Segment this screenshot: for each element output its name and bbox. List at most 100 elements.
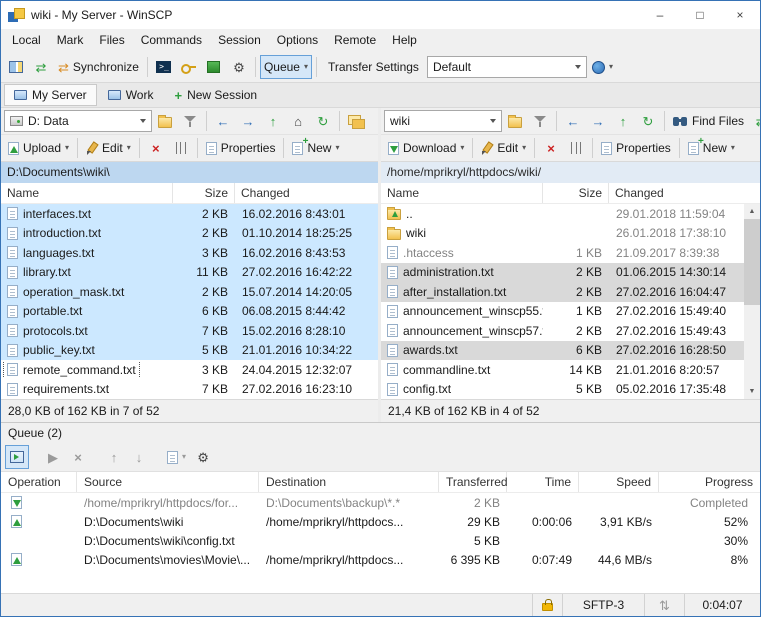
menu-options[interactable]: Options <box>269 29 326 52</box>
tab-new-session[interactable]: +New Session <box>164 84 267 106</box>
column-header-name[interactable]: Name <box>381 183 543 203</box>
tab-work[interactable]: Work <box>98 84 164 106</box>
minimize-button[interactable]: – <box>640 1 680 29</box>
file-row[interactable]: operation_mask.txt2 KB15.07.2014 14:20:0… <box>1 282 378 302</box>
queue-toggle-button[interactable]: Queue▾ <box>260 55 312 79</box>
scroll-up-button[interactable]: ▲ <box>744 204 760 219</box>
edit-button[interactable]: Edit▾ <box>477 136 530 160</box>
delete-button[interactable]: × <box>144 136 168 160</box>
refresh-button[interactable]: ↻ <box>311 109 335 133</box>
queue-delete-button[interactable]: × <box>66 445 90 469</box>
queue-column-speed[interactable]: Speed <box>579 472 659 492</box>
find-files-button[interactable]: Find Files <box>669 109 748 133</box>
upload-button[interactable]: Upload▾ <box>4 136 73 160</box>
queue-row[interactable]: /home/mprikryl/httpdocs/for...D:\Documen… <box>1 493 760 512</box>
open-putty-button[interactable] <box>177 55 201 79</box>
file-row[interactable]: ..29.01.2018 11:59:04 <box>381 204 744 224</box>
column-header-size[interactable]: Size <box>543 183 609 203</box>
queue-column-time[interactable]: Time <box>507 472 579 492</box>
parent-directory-button[interactable]: ↑ <box>261 109 285 133</box>
edit-button[interactable]: Edit▾ <box>82 136 135 160</box>
queue-column-progress[interactable]: Progress <box>659 472 760 492</box>
file-row[interactable]: portable.txt6 KB06.08.2015 8:44:42 <box>1 302 378 322</box>
file-row[interactable]: public_key.txt5 KB21.01.2016 10:34:22 <box>1 341 378 361</box>
open-terminal-button[interactable]: >_ <box>152 55 176 79</box>
file-row[interactable]: protocols.txt7 KB15.02.2016 8:28:10 <box>1 321 378 341</box>
vertical-scrollbar[interactable]: ▲ ▼ <box>744 204 760 399</box>
file-row[interactable]: requirements.txt7 KB27.02.2016 16:23:10 <box>1 380 378 400</box>
menu-mark[interactable]: Mark <box>49 29 92 52</box>
new-button[interactable]: +New▾ <box>288 136 343 160</box>
file-row[interactable]: after_installation.txt2 KB27.02.2016 16:… <box>381 282 744 302</box>
queue-column-operation[interactable]: Operation <box>1 472 77 492</box>
download-button[interactable]: Download▾ <box>384 136 468 160</box>
remote-directory-combo[interactable]: wiki <box>384 110 502 132</box>
filter-button[interactable] <box>528 109 552 133</box>
back-button[interactable]: ← <box>211 109 235 133</box>
properties-button[interactable]: Properties <box>597 136 675 160</box>
file-row[interactable]: announcement_winscp55.txt1 KB27.02.2016 … <box>381 302 744 322</box>
back-button[interactable]: ← <box>561 109 585 133</box>
file-row[interactable]: remote_command.txt3 KB24.04.2015 12:32:0… <box>1 360 378 380</box>
refresh-button[interactable]: ↻ <box>636 109 660 133</box>
queue-row[interactable]: D:\Documents\wiki/home/mprikryl/httpdocs… <box>1 512 760 531</box>
tab-my-server[interactable]: My Server <box>4 84 97 106</box>
file-row[interactable]: wiki26.01.2018 17:38:10 <box>381 224 744 244</box>
file-row[interactable]: introduction.txt2 KB01.10.2014 18:25:25 <box>1 224 378 244</box>
transfer-options-button[interactable]: ▾ <box>588 55 617 79</box>
new-button[interactable]: +New▾ <box>684 136 739 160</box>
file-row[interactable]: config.txt5 KB05.02.2016 17:35:48 <box>381 380 744 400</box>
file-row[interactable]: .htaccess1 KB21.09.2017 8:39:38 <box>381 243 744 263</box>
protocol-status[interactable]: SFTP-3 <box>562 594 644 616</box>
queue-row[interactable]: D:\Documents\movies\Movie\.../home/mprik… <box>1 550 760 569</box>
forward-button[interactable]: → <box>586 109 610 133</box>
file-row[interactable]: languages.txt3 KB16.02.2016 8:43:53 <box>1 243 378 263</box>
file-row[interactable]: announcement_winscp57.txt2 KB27.02.2016 … <box>381 321 744 341</box>
close-button[interactable]: × <box>720 1 760 29</box>
open-directory-button[interactable] <box>153 109 177 133</box>
column-header-changed[interactable]: Changed <box>609 183 760 203</box>
queue-column-destination[interactable]: Destination <box>259 472 439 492</box>
queue-move-down-button[interactable]: ↓ <box>127 445 151 469</box>
queue-process-button[interactable]: ▾ <box>163 445 190 469</box>
file-row[interactable]: awards.txt6 KB27.02.2016 16:28:50 <box>381 341 744 361</box>
queue-move-up-button[interactable]: ↑ <box>102 445 126 469</box>
open-directory-button[interactable] <box>503 109 527 133</box>
file-row[interactable]: administration.txt2 KB01.06.2015 14:30:1… <box>381 263 744 283</box>
file-row[interactable]: interfaces.txt2 KB16.02.2016 8:43:01 <box>1 204 378 224</box>
menu-remote[interactable]: Remote <box>326 29 384 52</box>
directory-tree-button[interactable] <box>344 109 369 133</box>
column-header-changed[interactable]: Changed <box>235 183 378 203</box>
filter-button[interactable] <box>178 109 202 133</box>
preferences-button[interactable]: ⚙ <box>227 55 251 79</box>
delete-button[interactable]: × <box>539 136 563 160</box>
rename-button[interactable] <box>564 136 588 160</box>
queue-column-source[interactable]: Source <box>77 472 259 492</box>
synchronize-browsing-button[interactable]: ⇄ <box>29 55 53 79</box>
remote-path-header[interactable]: /home/mprikryl/httpdocs/wiki/ <box>381 162 760 183</box>
home-directory-button[interactable]: ⌂ <box>286 109 310 133</box>
encryption-status[interactable] <box>532 594 562 616</box>
compare-directories-button[interactable] <box>4 55 28 79</box>
scroll-down-button[interactable]: ▼ <box>744 384 760 399</box>
scrollbar-thumb[interactable] <box>744 219 760 305</box>
properties-button[interactable]: Properties <box>202 136 280 160</box>
queue-preferences-button[interactable]: ⚙ <box>191 445 215 469</box>
file-row[interactable]: commandline.txt14 KB21.01.2016 8:20:57 <box>381 360 744 380</box>
synchronize-button[interactable]: ⇄Synchronize <box>54 55 143 79</box>
parent-directory-button[interactable]: ↑ <box>611 109 635 133</box>
transfer-settings-combo[interactable]: Default <box>427 56 587 78</box>
queue-header[interactable]: Queue (2) <box>1 422 760 443</box>
forward-button[interactable]: → <box>236 109 260 133</box>
queue-resume-button[interactable]: ▶ <box>41 445 65 469</box>
maximize-button[interactable]: □ <box>680 1 720 29</box>
file-row[interactable]: library.txt11 KB27.02.2016 16:42:22 <box>1 263 378 283</box>
rename-button[interactable] <box>169 136 193 160</box>
menu-session[interactable]: Session <box>210 29 269 52</box>
synchronize-browsing-button[interactable]: ⇄ <box>749 109 761 133</box>
drive-combo[interactable]: D: Data <box>4 110 152 132</box>
menu-help[interactable]: Help <box>384 29 425 52</box>
column-header-size[interactable]: Size <box>173 183 235 203</box>
menu-files[interactable]: Files <box>91 29 132 52</box>
local-path-header[interactable]: D:\Documents\wiki\ <box>1 162 378 183</box>
